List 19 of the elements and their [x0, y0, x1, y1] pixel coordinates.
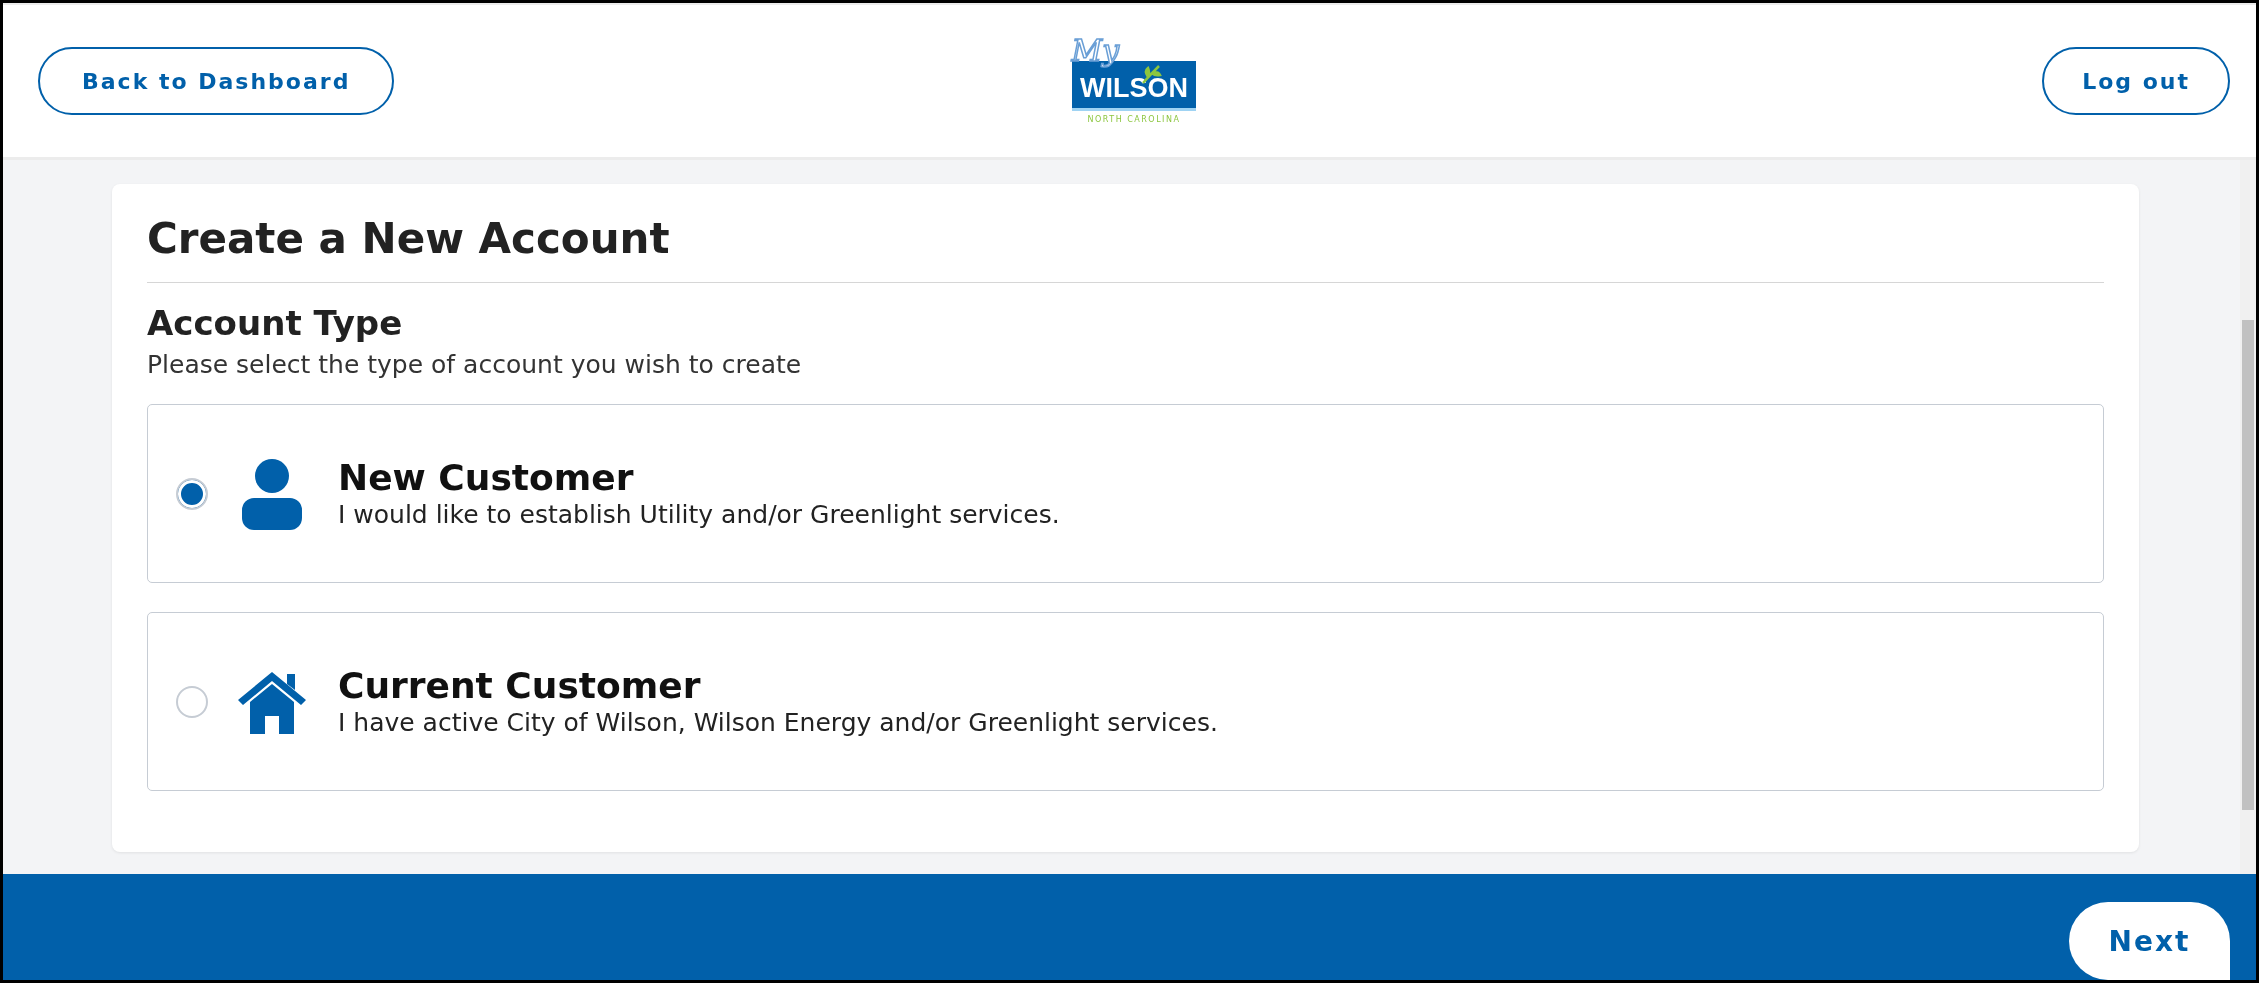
- logo-script: My: [1071, 32, 1120, 68]
- next-button[interactable]: Next: [2069, 902, 2230, 980]
- log-out-button[interactable]: Log out: [2042, 47, 2230, 115]
- scrollbar[interactable]: [2240, 160, 2256, 874]
- radio-button[interactable]: [176, 477, 208, 510]
- account-type-option[interactable]: Current Customer I have active City of Wilson, Wilson Energy and/or Greenlight services.: [147, 612, 2104, 792]
- logo-region: NORTH CAROLINA: [1087, 114, 1181, 124]
- option-title: Current Customer: [338, 663, 702, 708]
- instructions: Please select the type of account you wish to create: [147, 350, 803, 380]
- option-description: I have active City of Wilson, Wilson Energy and/or Greenlight services.: [338, 707, 1218, 740]
- scrollbar-thumb[interactable]: [2242, 320, 2254, 810]
- section-title: Account Type: [147, 303, 404, 345]
- radio-button[interactable]: [176, 685, 208, 718]
- logo-name: WILSON: [1080, 74, 1188, 102]
- account-type-option[interactable]: New Customer I would like to establish Utility and/or Greenlight services.: [147, 404, 2104, 584]
- option-title: New Customer: [338, 455, 635, 500]
- back-to-dashboard-button[interactable]: Back to Dashboard: [38, 47, 395, 115]
- page-title: Create a New Account: [147, 214, 671, 265]
- option-description: I would like to establish Utility and/or Greenlight services.: [338, 499, 1060, 532]
